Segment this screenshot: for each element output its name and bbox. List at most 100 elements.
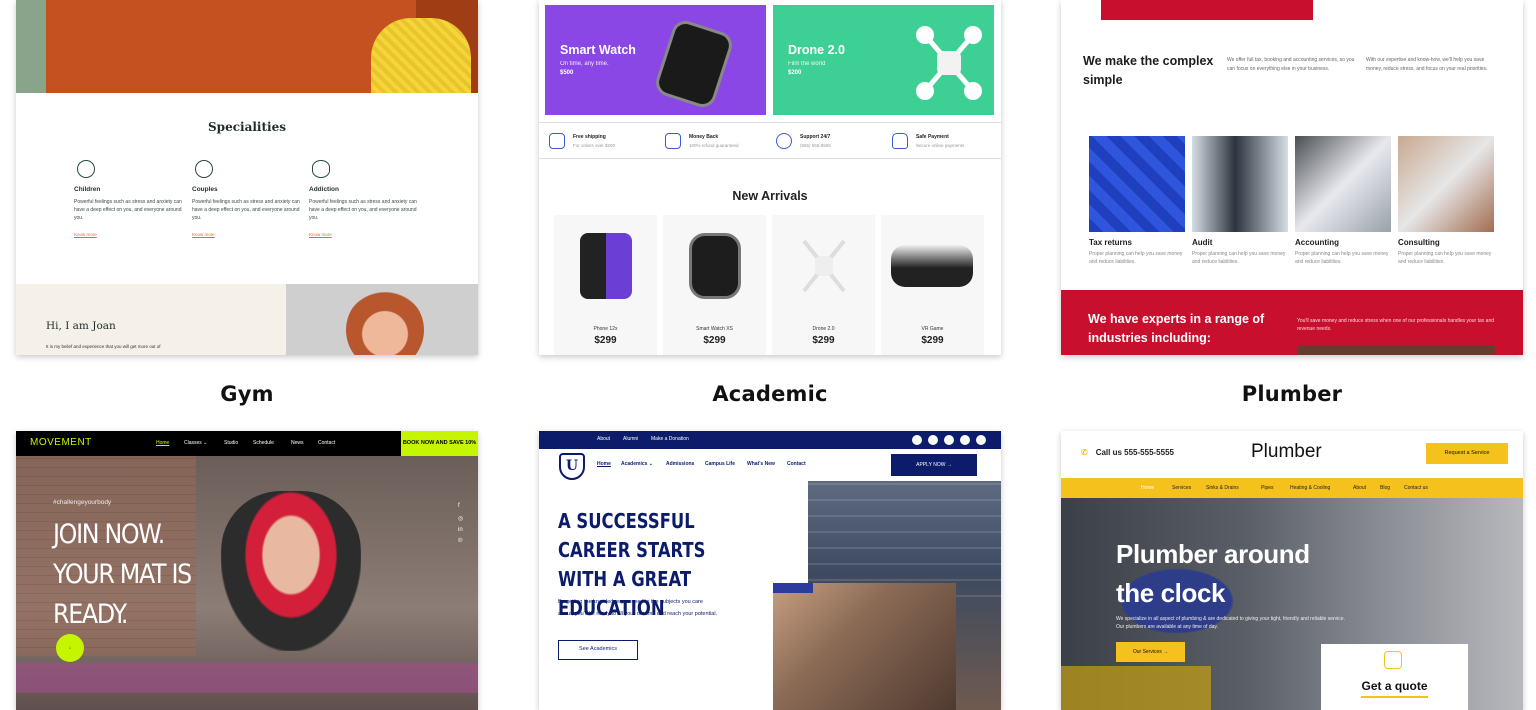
- template-card-therapist[interactable]: Specialities Children Powerful feelings …: [16, 0, 478, 355]
- product-card[interactable]: Smart Watch XS $299: [663, 215, 766, 355]
- nav-academics[interactable]: Academics ⌄: [621, 461, 653, 467]
- athlete-figure: [221, 491, 361, 651]
- youtube-icon[interactable]: [944, 435, 954, 445]
- yoga-mat: [16, 663, 478, 693]
- template-card-gym[interactable]: Home Classes ⌄ Studio Schedule News Cont…: [16, 431, 478, 710]
- linkedin-icon[interactable]: [976, 435, 986, 445]
- product-name: Drone 2.0: [812, 326, 835, 332]
- linkedin-icon[interactable]: in: [458, 527, 465, 534]
- headline-line: Plumber around: [1116, 539, 1310, 569]
- nav-admissions[interactable]: Admissions: [666, 461, 694, 467]
- service-accounting: Accounting Proper planning can help you s…: [1295, 238, 1395, 266]
- nav-whats-new[interactable]: What's New: [747, 461, 775, 467]
- gym-logo[interactable]: MOVEMENT: [30, 437, 92, 448]
- arrow-down-icon: ↓: [68, 645, 72, 651]
- promo-price: $200: [788, 70, 802, 76]
- phone-icon: ✆: [1081, 448, 1088, 457]
- template-card-accounting[interactable]: We make the complex simple We offer full…: [1061, 0, 1523, 355]
- service-title: Consulting: [1398, 238, 1440, 247]
- university-logo[interactable]: U: [559, 453, 585, 480]
- promo-title: Drone 2.0: [788, 43, 845, 57]
- meeting-image: [1398, 136, 1494, 232]
- eye-icon: [312, 160, 330, 178]
- top-link-about[interactable]: About: [597, 436, 610, 442]
- top-link-alumni[interactable]: Alumni: [623, 436, 638, 442]
- students-image: [773, 583, 956, 710]
- call-text: Call us 555-555-5555: [1095, 448, 1174, 457]
- plumber-headline: Plumber around the clock: [1116, 535, 1366, 613]
- nav-home[interactable]: Home: [597, 461, 611, 467]
- promo-title: Smart Watch: [560, 43, 636, 57]
- intro-text-2: With our expertise and know-how, we'll h…: [1366, 57, 1488, 72]
- hand-icon: [1384, 651, 1402, 669]
- nav-contact[interactable]: Contact us: [1404, 485, 1428, 491]
- product-price: $299: [703, 335, 726, 346]
- couples-icon: [195, 160, 213, 178]
- get-quote-card[interactable]: Get a quote: [1321, 644, 1468, 710]
- nav-contact[interactable]: Contact: [318, 440, 335, 446]
- product-card[interactable]: VR Game $299: [881, 215, 984, 355]
- pinterest-icon[interactable]: ℗: [458, 538, 465, 545]
- nav-about[interactable]: About: [1353, 485, 1366, 491]
- headset-icon: [776, 133, 792, 149]
- product-name: VR Game: [921, 326, 944, 332]
- product-name: Phone 12x: [593, 326, 618, 332]
- nav-blog[interactable]: Blog: [1380, 485, 1390, 491]
- service-text: Proper planning can help you save money …: [1398, 251, 1492, 265]
- nav-home[interactable]: Home: [156, 440, 169, 446]
- feature-sub: 100% refund guaranteed: [689, 143, 739, 148]
- children-icon: [77, 160, 95, 178]
- watch-image: [652, 17, 736, 111]
- instagram-icon[interactable]: ◎: [458, 515, 465, 522]
- plumber-text: We specialize in all aspect of plumbing …: [1116, 616, 1345, 630]
- nav-schedule[interactable]: Schedule: [253, 440, 274, 446]
- scroll-down-button[interactable]: ↓: [56, 634, 84, 662]
- product-card[interactable]: Drone 2.0 $299: [772, 215, 875, 355]
- service-title: Tax returns: [1089, 238, 1132, 247]
- service-title: Audit: [1192, 238, 1213, 247]
- headline-line: the clock: [1116, 578, 1226, 608]
- speciality-addiction: Addiction Powerful feelings such as stre…: [309, 160, 419, 237]
- know-more-link[interactable]: Know more: [74, 232, 184, 237]
- nav-pipes[interactable]: Pipes: [1261, 485, 1274, 491]
- product-card[interactable]: Phone 12x $299: [554, 215, 657, 355]
- twitter-icon[interactable]: [912, 435, 922, 445]
- nav-studio[interactable]: Studio: [224, 440, 238, 446]
- template-card-shop[interactable]: Smart Watch On time, any time. $500 Dron…: [539, 0, 1001, 355]
- facebook-icon[interactable]: f: [458, 503, 465, 510]
- promo-drone[interactable]: Drone 2.0 Film the world $200: [773, 5, 994, 115]
- nav-sinks-drains[interactable]: Sinks & Drains: [1206, 485, 1239, 491]
- facebook-icon[interactable]: [928, 435, 938, 445]
- nav-heating-cooling[interactable]: Heating & Cooling: [1290, 485, 1330, 491]
- see-academics-button[interactable]: See Academics: [558, 640, 638, 660]
- our-services-button[interactable]: Our Services →: [1116, 642, 1185, 662]
- plumber-logo[interactable]: Plumber: [1251, 441, 1322, 463]
- template-card-academic[interactable]: About Alumni Make a Donation U Home Acad…: [539, 431, 1001, 710]
- headline-line: JOIN NOW.: [53, 519, 165, 550]
- instagram-icon[interactable]: [960, 435, 970, 445]
- nav-contact[interactable]: Contact: [787, 461, 806, 467]
- call-us[interactable]: ✆ Call us 555-555-5555: [1081, 448, 1174, 457]
- speciality-children: Children Powerful feelings such as stres…: [74, 160, 184, 237]
- specialities-title: Specialities: [208, 120, 286, 134]
- hero-image-bag: [371, 18, 471, 93]
- watch-image: [689, 233, 741, 299]
- product-price: $299: [812, 335, 835, 346]
- top-link-donation[interactable]: Make a Donation: [651, 436, 689, 442]
- nav-home[interactable]: Home: [1141, 485, 1154, 491]
- phone-image: [580, 233, 632, 299]
- nav-services[interactable]: Services: [1172, 485, 1191, 491]
- know-more-link[interactable]: Know more: [192, 232, 302, 237]
- promo-smart-watch[interactable]: Smart Watch On time, any time. $500: [545, 5, 766, 115]
- apply-now-button[interactable]: APPLY NOW →: [891, 454, 977, 476]
- book-now-button[interactable]: BOOK NOW AND SAVE 10%: [401, 431, 478, 456]
- nav-campus-life[interactable]: Campus Life: [705, 461, 735, 467]
- nav-classes[interactable]: Classes ⌄: [184, 440, 207, 446]
- template-card-plumber[interactable]: ✆ Call us 555-555-5555 Plumber Request a …: [1061, 431, 1523, 710]
- know-more-link[interactable]: Know more: [309, 232, 419, 237]
- feature-sub: Secure online payments: [916, 143, 965, 148]
- features-strip: Free shipping For orders over $200 Money …: [539, 122, 1001, 159]
- nav-news[interactable]: News: [291, 440, 304, 446]
- vr-headset-image: [891, 245, 973, 287]
- request-service-button[interactable]: Request a Service: [1426, 443, 1508, 464]
